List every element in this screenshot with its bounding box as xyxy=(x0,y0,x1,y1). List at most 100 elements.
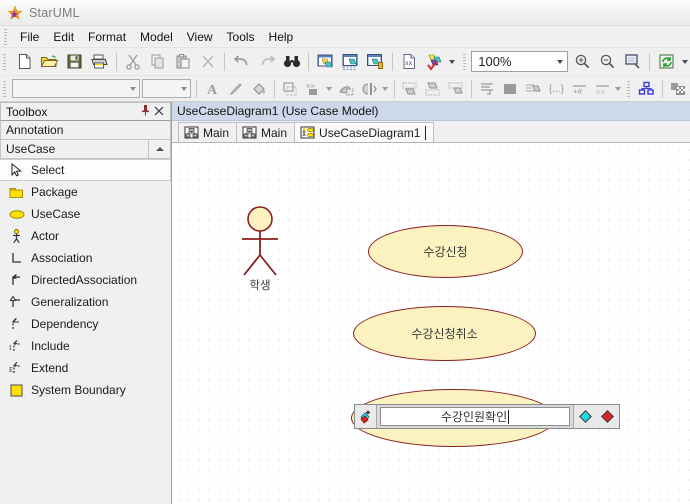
diagram-actor-student[interactable]: 학생 xyxy=(232,205,288,295)
refresh-dropdown[interactable] xyxy=(679,50,690,73)
diagram-usecase-1[interactable]: 수강신청 xyxy=(368,225,523,278)
toolbox-group-annotation[interactable]: Annotation xyxy=(0,121,171,140)
tab-text-caret xyxy=(425,125,427,140)
tab-main-2[interactable]: Main xyxy=(236,122,296,142)
refresh-button[interactable] xyxy=(655,50,678,73)
cut-button[interactable] xyxy=(122,50,145,73)
print-button[interactable] xyxy=(88,50,111,73)
show-visibility-button[interactable]: +# xyxy=(569,77,590,100)
flip-dropdown[interactable] xyxy=(380,77,390,100)
font-family-combo[interactable] xyxy=(12,79,140,98)
tab-main-1[interactable]: Main xyxy=(178,122,238,142)
svg-text:{...}: {...} xyxy=(549,84,565,95)
add-model-button[interactable] xyxy=(339,50,362,73)
diagram-usecase-2[interactable]: 수강신청취소 xyxy=(353,306,536,361)
menu-help[interactable]: Help xyxy=(262,28,301,46)
align-group-button[interactable] xyxy=(335,77,356,100)
inline-name-input[interactable]: 수강인원확인 xyxy=(380,407,570,426)
diagram-canvas[interactable]: 학생 수강신청 수강신청취소 수강인원확인 xyxy=(172,143,690,504)
copy-button[interactable] xyxy=(147,50,170,73)
show-parameters-button[interactable]: {...} xyxy=(546,77,567,100)
menu-view[interactable]: View xyxy=(180,28,220,46)
suppress-attributes-button[interactable] xyxy=(500,77,521,100)
toolbox-scroll-up-button[interactable] xyxy=(149,140,170,158)
cyan-diamond-icon[interactable] xyxy=(578,410,592,423)
zoom-combo[interactable]: 100% xyxy=(471,51,568,72)
diagram-tab-strip: Main Main UseCaseDiagram1 xyxy=(172,121,690,143)
toolbox-group-usecase[interactable]: UseCase xyxy=(0,140,171,159)
format-toolbar-gripper[interactable] xyxy=(2,80,9,97)
zoom-fit-button[interactable] xyxy=(621,50,644,73)
show-stereotype-button[interactable]: «» xyxy=(592,77,613,100)
toolbox-item-dependency-label: Dependency xyxy=(31,317,99,331)
toolbox-item-association[interactable]: Association xyxy=(0,247,171,269)
generate-report-button[interactable]: xx xyxy=(398,50,421,73)
checker-button[interactable] xyxy=(668,77,689,100)
paste-button[interactable] xyxy=(171,50,194,73)
zoom-toolbar-gripper[interactable] xyxy=(461,53,469,70)
toolbox-item-package[interactable]: Package xyxy=(0,181,171,203)
cursor-arrow-icon xyxy=(8,162,25,178)
zoom-in-button[interactable] xyxy=(572,50,595,73)
save-file-button[interactable] xyxy=(63,50,86,73)
toolbox-item-usecase[interactable]: UseCase xyxy=(0,203,171,225)
show-operations-button[interactable] xyxy=(523,77,544,100)
menu-format[interactable]: Format xyxy=(81,28,133,46)
open-file-button[interactable] xyxy=(38,50,61,73)
menu-edit[interactable]: Edit xyxy=(46,28,81,46)
toolbar-gripper[interactable] xyxy=(2,53,9,70)
layer-back-button[interactable] xyxy=(422,77,443,100)
staruml-window: StarUML File Edit Format Model View Tool… xyxy=(0,0,690,504)
toolbox-item-directedassociation[interactable]: DirectedAssociation xyxy=(0,269,171,291)
shape-style-button[interactable] xyxy=(280,77,301,100)
format-sep-2 xyxy=(273,79,275,98)
inline-name-editor[interactable]: 수강인원확인 xyxy=(354,404,620,429)
zoom-out-button[interactable] xyxy=(596,50,619,73)
fill-color-button[interactable] xyxy=(248,77,269,100)
toolbox-panel: Toolbox Annotation UseCase Select Packag… xyxy=(0,102,172,504)
pin-icon[interactable] xyxy=(138,104,152,119)
ellipse-usecase-icon xyxy=(8,206,25,222)
close-x-icon[interactable] xyxy=(152,105,166,119)
toolbox-item-system-boundary[interactable]: System Boundary xyxy=(0,379,171,401)
toolbox-item-system-boundary-label: System Boundary xyxy=(31,383,126,397)
toolbox-item-actor[interactable]: Actor xyxy=(0,225,171,247)
stereotype-display-button[interactable]: «» xyxy=(303,77,324,100)
menu-file[interactable]: File xyxy=(13,28,46,46)
layout-toolbar-gripper[interactable] xyxy=(626,80,633,97)
toolbox-item-generalization[interactable]: Generalization xyxy=(0,291,171,313)
redo-button[interactable] xyxy=(255,50,278,73)
line-color-button[interactable] xyxy=(225,77,246,100)
layer-front-button[interactable] xyxy=(400,77,421,100)
tab-usecasediagram1[interactable]: UseCaseDiagram1 xyxy=(294,122,435,142)
find-button[interactable] xyxy=(280,50,303,73)
toolbox-item-extend[interactable]: E Extend xyxy=(0,357,171,379)
extend-icon: E xyxy=(8,360,25,376)
add-element-icon[interactable] xyxy=(355,405,377,428)
red-diamond-icon[interactable] xyxy=(601,410,615,423)
flip-button[interactable] xyxy=(358,77,379,100)
stereotype-dropdown[interactable] xyxy=(325,77,335,100)
font-size-combo[interactable] xyxy=(141,79,192,98)
auto-layout-button[interactable] xyxy=(477,77,498,100)
menu-gripper[interactable] xyxy=(3,28,10,45)
validate-model-button[interactable] xyxy=(423,50,446,73)
undo-button[interactable] xyxy=(230,50,253,73)
delete-button[interactable] xyxy=(196,50,219,73)
menu-tools[interactable]: Tools xyxy=(220,28,262,46)
toolbox-item-select[interactable]: Select xyxy=(0,159,171,181)
toolbox-item-list: Select Package UseCase Actor Association… xyxy=(0,159,171,504)
add-view-button[interactable] xyxy=(364,50,387,73)
layer-other-button[interactable] xyxy=(445,77,466,100)
stereo-show-dropdown[interactable] xyxy=(614,77,624,100)
toolbox-item-include[interactable]: I Include xyxy=(0,335,171,357)
add-diagram-button[interactable] xyxy=(314,50,337,73)
new-file-button[interactable] xyxy=(13,50,36,73)
diagram-canvas-wrapper[interactable]: 학생 수강신청 수강신청취소 수강인원확인 xyxy=(172,143,690,504)
validate-dropdown[interactable] xyxy=(447,50,458,73)
svg-text:A: A xyxy=(207,83,218,97)
grid-layout-button[interactable] xyxy=(636,77,657,100)
toolbox-item-dependency[interactable]: Dependency xyxy=(0,313,171,335)
font-color-button[interactable]: A xyxy=(202,77,223,100)
menu-model[interactable]: Model xyxy=(133,28,180,46)
